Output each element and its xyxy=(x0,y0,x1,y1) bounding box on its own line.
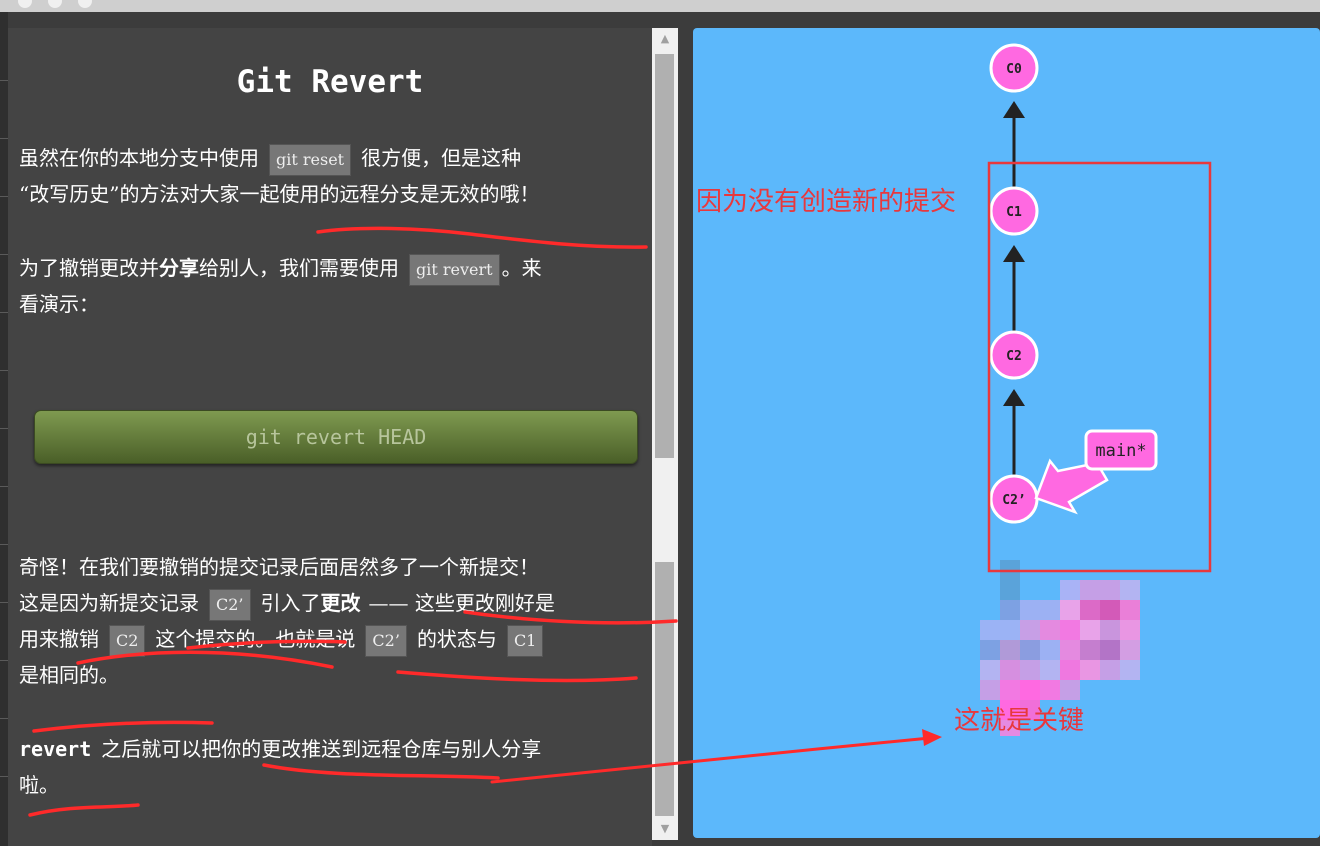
commit-graph-panel: C0 C1 C2 C2’ main* xyxy=(693,28,1320,838)
scrollbar-thumb[interactable] xyxy=(655,54,674,458)
scrollbar-track-segment[interactable] xyxy=(655,562,674,816)
commit-graph: C0 C1 C2 C2’ main* xyxy=(980,43,1158,736)
code-git-reset: git reset xyxy=(269,143,352,176)
arrow-head-icon xyxy=(1003,245,1025,262)
window-edge xyxy=(0,12,8,846)
commit-c1[interactable]: C1 xyxy=(989,186,1039,236)
paragraph-revert: 为了撤销更改并分享给别人，我们需要使用 git revert 。来 看演示： xyxy=(19,250,649,322)
text: 奇怪！在我们要撤销的提交记录后面居然多了一个新提交！ xyxy=(19,555,539,579)
text: 虽然在你的本地分支中使用 xyxy=(19,146,259,170)
commit-label: C0 xyxy=(1006,62,1022,77)
code-git-revert: git revert xyxy=(409,253,500,286)
text: 看演示： xyxy=(19,292,99,316)
code-c2-prime: C2’ xyxy=(209,588,251,621)
text: 给别人，我们需要使用 xyxy=(199,256,399,280)
arrow-head-icon xyxy=(1003,101,1025,118)
text: 这是因为新提交记录 xyxy=(19,591,199,615)
page-title: Git Revert xyxy=(236,64,424,100)
window-maximize-icon[interactable] xyxy=(78,0,92,8)
commit-label: C2’ xyxy=(1002,493,1025,508)
pixelated-region xyxy=(980,560,1140,736)
bold-text: 分享 xyxy=(159,256,199,280)
text: 。来 xyxy=(501,256,542,280)
branch-label: main* xyxy=(1095,441,1146,461)
paragraph-push: revert 之后就可以把你的更改推送到远程仓库与别人分享 啦。 xyxy=(19,731,649,803)
commit-c2-prime[interactable]: C2’ xyxy=(989,474,1039,524)
text: —— 这些更改刚好是 xyxy=(368,591,555,615)
text: 为了撤销更改并 xyxy=(19,256,159,280)
commit-c2[interactable]: C2 xyxy=(989,330,1039,380)
text: 啦。 xyxy=(19,773,59,797)
git-revert-head-button[interactable]: git revert HEAD xyxy=(34,410,638,464)
panel-gap xyxy=(678,28,693,846)
bold-text: 更改 xyxy=(320,591,361,615)
instruction-panel: Git Revert 虽然在你的本地分支中使用 git reset 很方便，但是这种… xyxy=(8,28,652,846)
commit-label: C1 xyxy=(1006,205,1022,220)
code-c1: C1 xyxy=(506,624,544,657)
text: “改写历史”的方法对大家一起使用的远程分支是无效的哦！ xyxy=(19,182,540,206)
text: 引入了 xyxy=(260,591,321,615)
scroll-down-icon[interactable]: ▼ xyxy=(652,818,678,840)
text: 的状态与 xyxy=(416,627,497,651)
text: 这个提交的。也就是说 xyxy=(155,627,356,651)
text: 很方便，但是这种 xyxy=(361,146,522,170)
scroll-up-icon[interactable]: ▲ xyxy=(652,28,678,50)
arrow-head-icon xyxy=(1003,389,1025,406)
bold-text: revert xyxy=(19,737,92,761)
branch-main[interactable]: main* xyxy=(1034,429,1158,515)
code-c2: C2 xyxy=(109,624,146,657)
window-titlebar xyxy=(0,0,1320,12)
paragraph-reset: 虽然在你的本地分支中使用 git reset 很方便，但是这种 “改写历史”的方法对… xyxy=(19,140,649,212)
code-c2-prime: C2’ xyxy=(365,624,407,657)
window-minimize-icon[interactable] xyxy=(48,0,62,8)
text: 之后就可以把你的更改推送到远程仓库与别人分享 xyxy=(101,737,542,761)
paragraph-explanation: 奇怪！在我们要撤销的提交记录后面居然多了一个新提交！ 这是因为新提交记录 C2’ 引… xyxy=(19,549,649,693)
commit-c0[interactable]: C0 xyxy=(989,43,1039,93)
instruction-scrollbar[interactable]: ▲ ▼ xyxy=(652,28,678,840)
window-close-icon[interactable] xyxy=(18,0,32,8)
text: 是相同的。 xyxy=(19,663,119,687)
commit-label: C2 xyxy=(1006,349,1022,364)
text: 用来撤销 xyxy=(19,627,99,651)
